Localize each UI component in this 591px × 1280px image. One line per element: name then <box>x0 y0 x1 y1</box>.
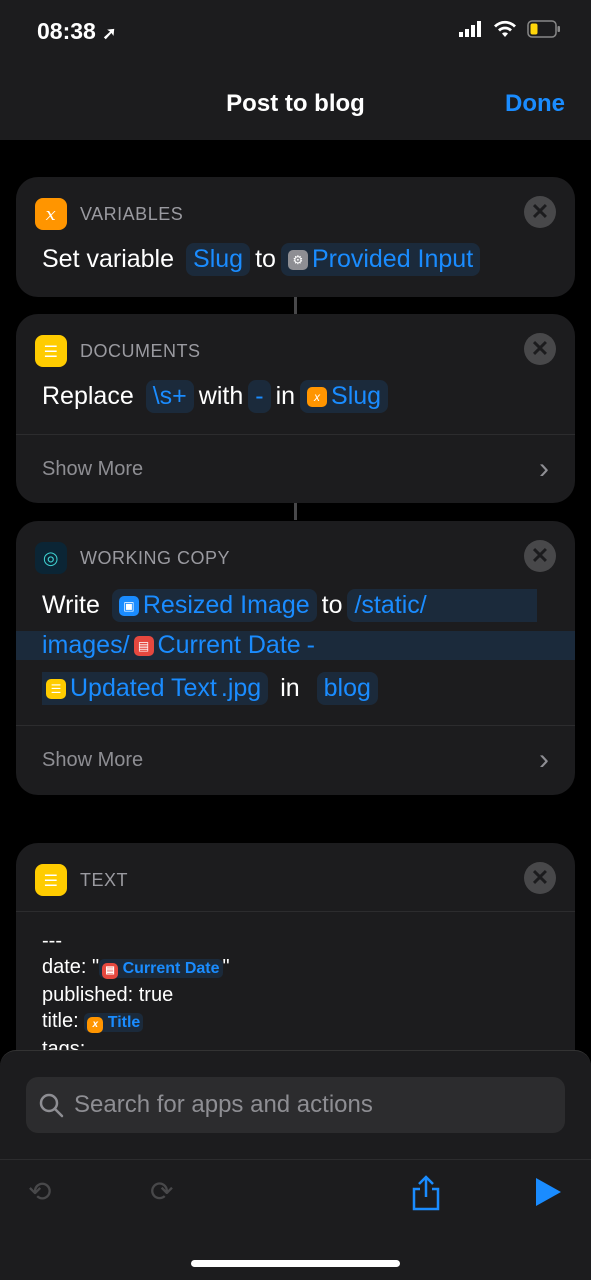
action-text: to <box>321 591 343 619</box>
text-field[interactable]: --- date: " ▤ Current Date " published: tr… <box>42 928 230 1062</box>
search-input[interactable]: Search for apps and actions <box>26 1077 565 1133</box>
action-text: Write <box>42 591 100 619</box>
text-icon: ☰ <box>35 335 67 367</box>
variable-icon: x <box>87 1017 104 1033</box>
gear-icon: ⚙ <box>287 249 308 270</box>
divider <box>16 911 575 912</box>
action-category: DOCUMENTS <box>80 340 201 361</box>
token-provided-input[interactable]: ⚙ Provided Input <box>280 243 481 276</box>
text-icon: ☰ <box>35 864 67 896</box>
variable-icon: x <box>307 386 328 407</box>
token-current-date[interactable]: ▤ Current Date <box>99 959 223 979</box>
page-title: Post to blog <box>226 90 365 117</box>
location-arrow-icon: ➚ <box>102 24 117 43</box>
text-line: published: true <box>42 984 174 1006</box>
chevron-right-icon[interactable]: › <box>539 743 549 777</box>
action-text: Replace <box>42 382 134 410</box>
divider <box>16 434 575 435</box>
token-slug[interactable]: Slug <box>186 243 251 276</box>
undo-icon[interactable]: ⟲ <box>28 1175 51 1208</box>
search-icon <box>39 1093 64 1118</box>
calendar-icon: ▤ <box>133 635 154 656</box>
image-icon: ▣ <box>118 595 139 616</box>
close-icon[interactable]: ✕ <box>524 196 556 228</box>
action-category: TEXT <box>80 869 129 890</box>
play-icon[interactable] <box>534 1177 562 1207</box>
token-pattern[interactable]: \s+ <box>145 380 194 413</box>
action-replace-text[interactable]: ☰ DOCUMENTS ✕ Replace \s+ with - in x Slug… <box>16 314 575 503</box>
action-text: in <box>275 382 296 410</box>
token-current-date[interactable]: Current Date <box>158 631 301 660</box>
close-icon[interactable]: ✕ <box>524 862 556 894</box>
action-text: with <box>198 382 244 410</box>
close-icon[interactable]: ✕ <box>524 540 556 572</box>
action-set-variable[interactable]: x VARIABLES ✕ Set variable Slug to ⚙ Provi… <box>16 177 575 297</box>
action-search-sheet: Search for apps and actions ⟲ ⟳ <box>0 1050 591 1280</box>
home-indicator[interactable] <box>191 1260 400 1267</box>
action-text: Set variable <box>42 245 175 273</box>
chevron-right-icon[interactable]: › <box>539 452 549 486</box>
text-icon: ☰ <box>46 678 66 699</box>
fingerprint-icon: ◎ <box>35 542 67 574</box>
token-resized-image[interactable]: ▣ Resized Image <box>111 589 317 622</box>
token-replacement[interactable]: - <box>248 380 271 413</box>
status-icons <box>459 20 561 38</box>
signal-icon <box>459 21 481 37</box>
path-text: - <box>306 631 315 659</box>
token-slug[interactable]: x Slug <box>300 380 389 413</box>
show-more-button[interactable]: Show More <box>42 458 143 481</box>
status-time: 08:38 ➚ <box>37 18 117 44</box>
divider <box>16 725 575 726</box>
path-text[interactable]: images/ <box>42 631 130 660</box>
token-updated-text[interactable]: ☰ Updated Text .jpg <box>42 672 269 705</box>
action-text: in <box>280 674 300 702</box>
close-icon[interactable]: ✕ <box>524 333 556 365</box>
text-line: --- <box>42 930 62 952</box>
token-repo[interactable]: blog <box>316 672 378 705</box>
redo-icon[interactable]: ⟳ <box>150 1175 173 1208</box>
connector <box>294 297 297 314</box>
search-placeholder: Search for apps and actions <box>74 1091 373 1118</box>
token-title[interactable]: x Title <box>84 1013 144 1033</box>
variable-icon: x <box>35 198 67 230</box>
token-path[interactable]: /static/ <box>347 589 537 622</box>
action-category: VARIABLES <box>80 203 184 224</box>
top-bar: 08:38 ➚ Post to blog Done <box>0 0 591 140</box>
text-line: title: x Title <box>42 1008 230 1036</box>
action-working-copy-write[interactable]: ◎ WORKING COPY ✕ Write ▣ Resized Image to … <box>16 521 575 795</box>
wifi-icon <box>494 20 516 37</box>
done-button[interactable]: Done <box>505 90 565 118</box>
connector <box>294 503 297 520</box>
show-more-button[interactable]: Show More <box>42 749 143 772</box>
text-line: date: " ▤ Current Date " <box>42 956 230 979</box>
calendar-icon: ▤ <box>102 963 119 979</box>
battery-icon <box>527 20 560 38</box>
action-category: WORKING COPY <box>80 547 231 568</box>
share-icon[interactable] <box>410 1175 442 1211</box>
divider <box>0 1159 591 1160</box>
action-text: to <box>255 245 276 273</box>
